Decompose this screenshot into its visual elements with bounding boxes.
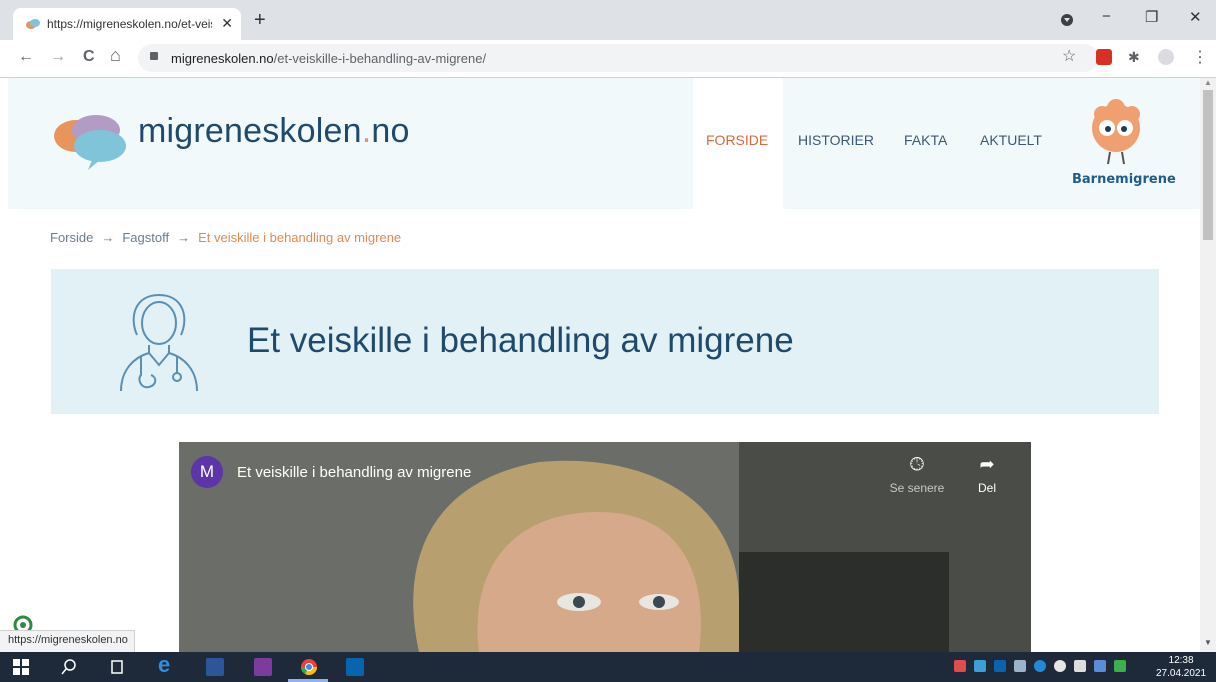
tray-icon[interactable]	[1054, 660, 1066, 672]
profile-circle-icon[interactable]	[1060, 13, 1074, 27]
scroll-down-icon[interactable]: ▼	[1204, 638, 1212, 647]
link-status-bar: https://migreneskolen.no	[0, 630, 135, 654]
tab-close-icon[interactable]: ✕	[221, 15, 233, 32]
onenote-icon[interactable]	[254, 658, 272, 676]
web-page: migreneskolen.no FORSIDE HISTORIER FAKTA…	[8, 78, 1200, 652]
minimize-button[interactable]: −	[1102, 8, 1111, 25]
back-button[interactable]: ←	[18, 48, 34, 66]
tray-icon[interactable]	[1114, 660, 1126, 672]
scroll-thumb[interactable]	[1203, 90, 1213, 240]
internet-explorer-icon[interactable]: e	[158, 652, 176, 677]
search-icon[interactable]	[60, 658, 78, 676]
breadcrumb-forside[interactable]: Forside	[50, 230, 93, 245]
breadcrumb: Forside → Fagstoff → Et veiskille i behandli…	[50, 230, 401, 245]
site-header: migreneskolen.no FORSIDE HISTORIER FAKTA…	[8, 78, 1200, 209]
nav-forside[interactable]: FORSIDE	[706, 132, 768, 148]
page-title: Et veiskille i behandling av migrene	[247, 321, 794, 360]
restore-button[interactable]: ❐	[1145, 8, 1158, 26]
logo-dot: .	[361, 112, 372, 150]
video-title[interactable]: Et veiskille i behandling av migrene	[237, 464, 471, 481]
watch-later-label: Se senere	[889, 481, 945, 495]
address-bar[interactable]: migreneskolen.no/et-veiskille-i-behandli…	[138, 44, 1098, 72]
browser-menu-icon[interactable]: ⋮	[1192, 47, 1208, 67]
brain-logo-icon[interactable]	[52, 112, 132, 170]
logo-name: migreneskolen	[138, 112, 362, 150]
site-favicon-icon	[26, 19, 40, 29]
site-logo-text[interactable]: migreneskolen.no	[138, 112, 410, 151]
taskbar-clock[interactable]: 12:38 27.04.2021	[1156, 654, 1206, 680]
clock-date: 27.04.2021	[1156, 668, 1207, 679]
nav-fakta[interactable]: FAKTA	[904, 132, 947, 148]
close-window-button[interactable]: ✕	[1189, 8, 1202, 26]
page-hero: Et veiskille i behandling av migrene	[51, 269, 1159, 414]
clock-time: 12:38	[1168, 655, 1194, 666]
task-view-icon[interactable]	[108, 658, 126, 676]
url-text: migreneskolen.no/et-veiskille-i-behandli…	[171, 51, 486, 66]
breadcrumb-current: Et veiskille i behandling av migrene	[198, 230, 402, 245]
url-path: /et-veiskille-i-behandling-av-migrene/	[273, 51, 487, 66]
doctor-icon	[120, 293, 198, 392]
new-tab-button[interactable]: +	[254, 10, 266, 30]
browser-tab-bar: https://migreneskolen.no/et-veis ✕ + − ❐…	[0, 0, 1216, 40]
tray-icon[interactable]	[974, 660, 986, 672]
tray-icon[interactable]	[1014, 660, 1026, 672]
share-button[interactable]: ➦ Del	[957, 454, 1017, 495]
forward-button[interactable]: →	[50, 48, 66, 66]
lock-icon	[150, 52, 158, 60]
outlook-icon[interactable]	[346, 658, 364, 676]
home-button[interactable]: ⌂	[110, 45, 121, 66]
clock-icon: 🕓︎	[909, 454, 925, 474]
account-avatar-icon[interactable]	[1158, 49, 1174, 65]
tray-outlook-icon[interactable]	[994, 660, 1006, 672]
tray-icon[interactable]	[1094, 660, 1106, 672]
share-label: Del	[977, 481, 996, 495]
breadcrumb-arrow-icon: →	[177, 230, 191, 245]
page-scrollbar[interactable]: ▲ ▼	[1200, 78, 1216, 652]
pdf-extension-icon[interactable]	[1096, 49, 1112, 65]
kids-brain-mascot-icon[interactable]	[1080, 98, 1152, 170]
video-player[interactable]: M Et veiskille i behandling av migrene 🕓…	[179, 442, 1031, 652]
windows-start-icon[interactable]	[12, 658, 30, 676]
reload-button[interactable]: C	[83, 48, 95, 66]
logo-tld: no	[371, 112, 410, 150]
tray-shield-icon[interactable]	[1074, 660, 1086, 672]
nav-aktuelt[interactable]: AKTUELT	[980, 132, 1042, 148]
barnemigrene-link[interactable]: Barnemigrene	[1072, 172, 1176, 187]
watch-later-button[interactable]: 🕓︎ Se senere	[887, 454, 947, 495]
tab-title: https://migreneskolen.no/et-veis	[47, 17, 212, 31]
address-toolbar: ← → C ⌂ migreneskolen.no/et-veiskille-i-…	[0, 40, 1216, 78]
share-arrow-icon: ➦	[979, 454, 995, 474]
windows-taskbar: e 12:38 27.04.2021	[0, 652, 1216, 682]
tray-icon[interactable]	[954, 660, 966, 672]
browser-tab[interactable]: https://migreneskolen.no/et-veis ✕	[13, 8, 241, 40]
channel-avatar[interactable]: M	[191, 456, 223, 488]
nav-historier[interactable]: HISTORIER	[798, 132, 874, 148]
extensions-puzzle-icon[interactable]: ✱	[1128, 49, 1144, 65]
breadcrumb-fagstoff[interactable]: Fagstoff	[122, 230, 169, 245]
bookmark-star-icon[interactable]: ☆	[1062, 46, 1076, 66]
url-host: migreneskolen.no	[171, 51, 274, 66]
word-icon[interactable]	[206, 658, 224, 676]
tray-icon[interactable]	[1034, 660, 1046, 672]
scroll-up-icon[interactable]: ▲	[1204, 78, 1212, 87]
chrome-icon[interactable]	[300, 658, 318, 676]
breadcrumb-arrow-icon: →	[101, 230, 115, 245]
